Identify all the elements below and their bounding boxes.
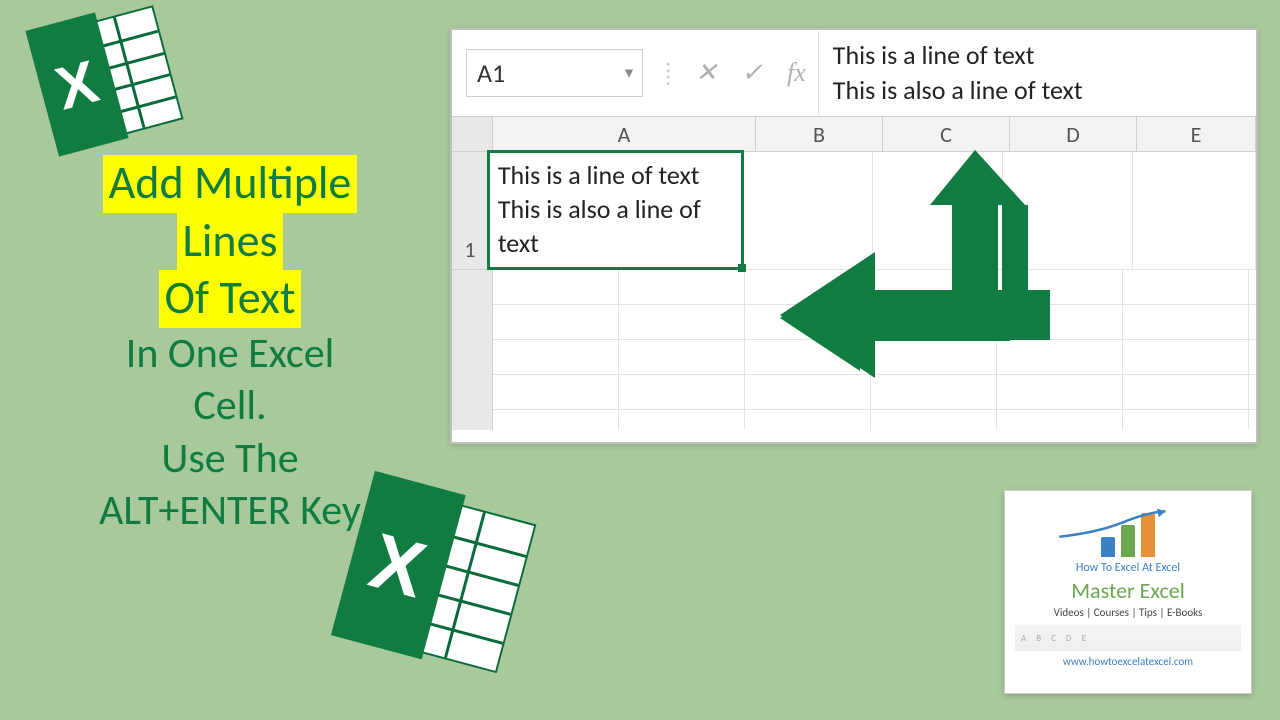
cell-a1[interactable]: This is a line of text This is also a li… — [487, 150, 744, 270]
column-headers: A B C D E — [452, 117, 1256, 152]
name-box-value: A1 — [477, 57, 505, 89]
promo-chart-icon — [1015, 501, 1241, 557]
name-box[interactable]: A1 ▼ — [466, 49, 643, 97]
title-line-6: Use The — [161, 433, 298, 486]
cell-e1[interactable] — [1133, 152, 1256, 270]
title-block: Add Multiple Lines Of Text In One Excel … — [30, 155, 430, 538]
col-header-a[interactable]: A — [493, 117, 756, 151]
title-line-4: In One Excel — [126, 328, 334, 381]
promo-headline: Master Excel — [1015, 577, 1241, 604]
row-header-1[interactable]: 1 — [452, 152, 489, 270]
title-line-1: Add Multiple — [103, 155, 358, 213]
chevron-down-icon[interactable]: ▼ — [622, 65, 636, 82]
excel-icon: X — [25, 0, 184, 157]
excel-x-letter: X — [48, 46, 105, 123]
promo-tagline: How To Excel At Excel — [1015, 561, 1241, 575]
formula-line-2: This is also a line of text — [833, 73, 1242, 108]
title-line-5: Cell. — [193, 380, 266, 433]
col-header-d[interactable]: D — [1010, 117, 1137, 151]
cell-d1[interactable] — [1003, 152, 1133, 270]
col-header-b[interactable]: B — [756, 117, 883, 151]
grid-remaining — [452, 270, 1256, 430]
promo-card: How To Excel At Excel Master Excel Video… — [1004, 490, 1252, 694]
excel-x-letter: X — [361, 514, 435, 615]
cell-a1-line2: This is also a line of — [498, 193, 733, 227]
promo-url: www.howtoexcelatexcel.com — [1015, 655, 1241, 668]
promo-sheet-graphic: A B C D E — [1015, 625, 1241, 651]
col-header-c[interactable]: C — [883, 117, 1010, 151]
cancel-icon[interactable]: ✕ — [695, 58, 717, 88]
title-line-3: Of Text — [159, 270, 302, 328]
formula-line-1: This is a line of text — [833, 38, 1242, 73]
cell-a1-line3: text — [498, 227, 733, 261]
col-header-e[interactable]: E — [1137, 117, 1256, 151]
formula-bar-content[interactable]: This is a line of text This is also a li… — [818, 31, 1256, 115]
promo-sub: Videos | Courses | Tips | E-Books — [1015, 606, 1241, 619]
excel-screenshot: A1 ▼ ⁞ ✕ ✓ fx This is a line of text Thi… — [450, 28, 1258, 444]
title-line-2: Lines — [177, 213, 284, 271]
cell-c1[interactable] — [873, 152, 1003, 270]
formula-bar: A1 ▼ ⁞ ✕ ✓ fx This is a line of text Thi… — [452, 30, 1256, 117]
enter-icon[interactable]: ✓ — [741, 58, 763, 88]
cell-b1[interactable] — [744, 152, 874, 270]
grid-row-1: 1 This is a line of text This is also a … — [452, 152, 1256, 270]
separator-icon: ⁞ — [665, 59, 671, 88]
fx-icon[interactable]: fx — [787, 58, 806, 88]
cell-a1-line1: This is a line of text — [498, 159, 733, 193]
select-all-corner[interactable] — [452, 117, 493, 151]
title-line-7: ALT+ENTER Key — [99, 485, 361, 538]
